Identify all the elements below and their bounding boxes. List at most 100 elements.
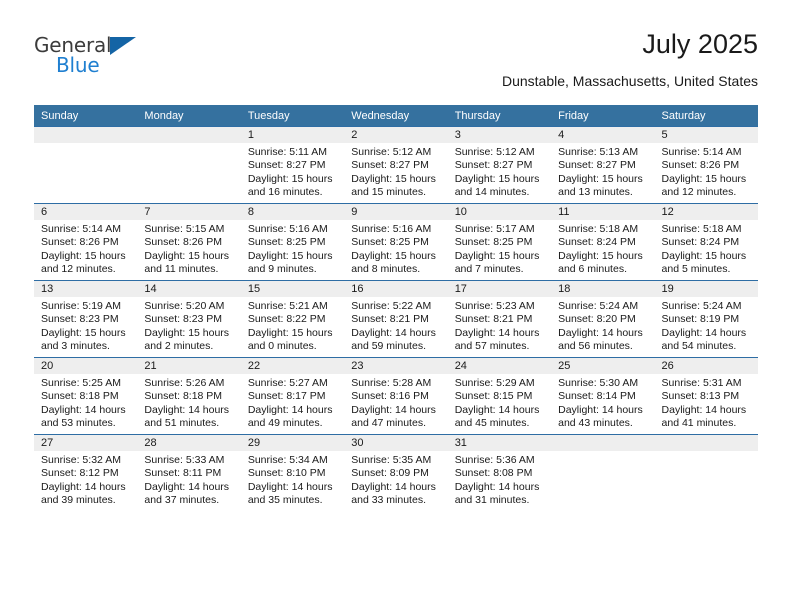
daylight-duration-line1: Daylight: 15 hours xyxy=(661,249,747,262)
calendar-day-cell[interactable]: 12 Sunrise: 5:18 AM Sunset: 8:24 PM Dayligh… xyxy=(654,203,758,281)
sunrise-time: Sunrise: 5:23 AM xyxy=(454,300,535,312)
daylight-duration-line2: and 41 minutes. xyxy=(661,416,737,429)
calendar-day-cell[interactable]: 22 Sunrise: 5:27 AM Sunset: 8:17 PM Dayligh… xyxy=(240,357,345,435)
calendar-day-cell[interactable]: 24 Sunrise: 5:29 AM Sunset: 8:15 PM Dayligh… xyxy=(447,357,552,435)
calendar-day-cell[interactable]: 7 Sunrise: 5:15 AM Sunset: 8:26 PM Daylight… xyxy=(137,203,241,281)
calendar-day-cell[interactable]: 2 Sunrise: 5:12 AM Sunset: 8:27 PM Daylight… xyxy=(344,126,448,204)
calendar-day-cell[interactable]: 10 Sunrise: 5:17 AM Sunset: 8:25 PM Dayligh… xyxy=(447,203,552,281)
calendar-day-cell[interactable]: 16 Sunrise: 5:22 AM Sunset: 8:21 PM Dayligh… xyxy=(344,280,448,358)
calendar-day-cell[interactable]: 26 Sunrise: 5:31 AM Sunset: 8:13 PM Dayligh… xyxy=(654,357,758,435)
daylight-duration-line1: Daylight: 14 hours xyxy=(661,326,747,339)
calendar-day-cell[interactable]: 8 Sunrise: 5:16 AM Sunset: 8:25 PM Daylight… xyxy=(240,203,345,281)
day-cell-inner: 15 Sunrise: 5:21 AM Sunset: 8:22 PM Dayligh… xyxy=(240,281,345,357)
daylight-duration-line2: and 3 minutes. xyxy=(41,339,110,352)
calendar-day-cell[interactable]: 13 Sunrise: 5:19 AM Sunset: 8:23 PM Dayligh… xyxy=(34,280,138,358)
day-number: 12 xyxy=(654,204,758,220)
day-details: Sunrise: 5:16 AM Sunset: 8:25 PM Daylight:… xyxy=(344,220,447,276)
calendar-day-cell[interactable]: 6 Sunrise: 5:14 AM Sunset: 8:26 PM Daylight… xyxy=(34,203,138,281)
calendar-day-cell[interactable]: 3 Sunrise: 5:12 AM Sunset: 8:27 PM Daylight… xyxy=(447,126,552,204)
calendar-day-cell[interactable]: 25 Sunrise: 5:30 AM Sunset: 8:14 PM Dayligh… xyxy=(551,357,655,435)
day-cell-inner: 26 Sunrise: 5:31 AM Sunset: 8:13 PM Dayligh… xyxy=(654,358,758,434)
sunset-time: Sunset: 8:27 PM xyxy=(351,159,429,172)
location-subtitle: Dunstable, Massachusetts, United States xyxy=(501,73,758,89)
daylight-duration-line1: Daylight: 15 hours xyxy=(661,172,747,185)
calendar-day-cell[interactable]: 4 Sunrise: 5:13 AM Sunset: 8:27 PM Daylight… xyxy=(551,126,655,204)
calendar-day-cell[interactable]: 1 Sunrise: 5:11 AM Sunset: 8:27 PM Daylight… xyxy=(240,126,345,204)
day-cell-inner: 11 Sunrise: 5:18 AM Sunset: 8:24 PM Dayligh… xyxy=(551,204,655,280)
daylight-duration-line2: and 35 minutes. xyxy=(247,493,323,506)
daylight-duration-line1: Daylight: 14 hours xyxy=(351,480,436,493)
day-cell-inner: 6 Sunrise: 5:14 AM Sunset: 8:26 PM Daylight… xyxy=(34,204,138,280)
daylight-duration-line2: and 14 minutes. xyxy=(454,185,530,198)
daylight-duration-line2: and 12 minutes. xyxy=(41,262,116,275)
sunrise-time: Sunrise: 5:15 AM xyxy=(144,223,225,235)
day-cell-inner: 2 Sunrise: 5:12 AM Sunset: 8:27 PM Daylight… xyxy=(344,127,448,203)
calendar-day-cell[interactable]: 19 Sunrise: 5:24 AM Sunset: 8:19 PM Dayligh… xyxy=(654,280,758,358)
day-number: 9 xyxy=(344,204,448,220)
calendar-day-cell[interactable]: 21 Sunrise: 5:26 AM Sunset: 8:18 PM Dayligh… xyxy=(137,357,241,435)
day-cell-inner: 20 Sunrise: 5:25 AM Sunset: 8:18 PM Dayligh… xyxy=(34,358,138,434)
sunset-time: Sunset: 8:21 PM xyxy=(454,313,533,326)
day-cell-inner: 28 Sunrise: 5:33 AM Sunset: 8:11 PM Dayligh… xyxy=(137,435,241,511)
day-cell-inner: 8 Sunrise: 5:16 AM Sunset: 8:25 PM Daylight… xyxy=(240,204,345,280)
calendar-day-cell[interactable]: 31 Sunrise: 5:36 AM Sunset: 8:08 PM Dayligh… xyxy=(447,434,552,511)
day-number: 4 xyxy=(551,127,655,143)
weekday-header-tuesday: Tuesday xyxy=(240,105,345,127)
calendar-day-cell[interactable]: 28 Sunrise: 5:33 AM Sunset: 8:11 PM Dayligh… xyxy=(137,434,241,511)
calendar-day-cell[interactable]: 27 Sunrise: 5:32 AM Sunset: 8:12 PM Dayligh… xyxy=(34,434,138,511)
sunrise-time: Sunrise: 5:27 AM xyxy=(247,377,328,389)
day-cell-inner: 17 Sunrise: 5:23 AM Sunset: 8:21 PM Dayligh… xyxy=(447,281,552,357)
calendar-day-cell[interactable]: 17 Sunrise: 5:23 AM Sunset: 8:21 PM Dayligh… xyxy=(447,280,552,358)
day-cell-inner: 5 Sunrise: 5:14 AM Sunset: 8:26 PM Daylight… xyxy=(654,127,758,203)
sunrise-time: Sunrise: 5:11 AM xyxy=(247,146,328,158)
daylight-duration-line1: Daylight: 14 hours xyxy=(144,403,230,416)
calendar-day-cell[interactable]: 30 Sunrise: 5:35 AM Sunset: 8:09 PM Dayligh… xyxy=(344,434,448,511)
day-number: 8 xyxy=(240,204,345,220)
calendar-day-cell[interactable]: 9 Sunrise: 5:16 AM Sunset: 8:25 PM Daylight… xyxy=(344,203,448,281)
daylight-duration-line2: and 56 minutes. xyxy=(558,339,633,352)
daylight-duration-line2: and 45 minutes. xyxy=(454,416,530,429)
day-details: Sunrise: 5:27 AM Sunset: 8:17 PM Daylight:… xyxy=(241,374,344,430)
day-details: Sunrise: 5:31 AM Sunset: 8:13 PM Daylight:… xyxy=(655,374,758,430)
day-details: Sunrise: 5:11 AM Sunset: 8:27 PM Daylight:… xyxy=(241,143,344,199)
daylight-duration-line1: Daylight: 15 hours xyxy=(247,326,333,339)
calendar-week-row: 13 Sunrise: 5:19 AM Sunset: 8:23 PM Dayligh… xyxy=(34,280,758,358)
day-number: 30 xyxy=(344,435,448,451)
calendar-day-cell[interactable]: 18 Sunrise: 5:24 AM Sunset: 8:20 PM Dayligh… xyxy=(551,280,655,358)
calendar-day-cell[interactable]: 14 Sunrise: 5:20 AM Sunset: 8:23 PM Dayligh… xyxy=(137,280,241,358)
daylight-duration-line2: and 49 minutes. xyxy=(247,416,323,429)
day-details: Sunrise: 5:13 AM Sunset: 8:27 PM Daylight:… xyxy=(551,143,654,199)
calendar-day-cell[interactable]: 29 Sunrise: 5:34 AM Sunset: 8:10 PM Dayligh… xyxy=(240,434,345,511)
calendar-day-cell[interactable]: 11 Sunrise: 5:18 AM Sunset: 8:24 PM Dayligh… xyxy=(551,203,655,281)
day-number xyxy=(137,127,241,143)
day-details: Sunrise: 5:32 AM Sunset: 8:12 PM Daylight:… xyxy=(34,451,137,507)
sunrise-time: Sunrise: 5:25 AM xyxy=(41,377,121,389)
sunrise-time: Sunrise: 5:12 AM xyxy=(454,146,535,158)
day-details: Sunrise: 5:18 AM Sunset: 8:24 PM Daylight:… xyxy=(655,220,758,276)
daylight-duration-line1: Daylight: 15 hours xyxy=(144,249,230,262)
general-blue-logo[interactable]: General Blue xyxy=(34,34,154,84)
sunrise-time: Sunrise: 5:14 AM xyxy=(661,146,742,158)
day-cell-inner: 12 Sunrise: 5:18 AM Sunset: 8:24 PM Dayligh… xyxy=(654,204,758,280)
sunset-time: Sunset: 8:08 PM xyxy=(454,467,533,480)
daylight-duration-line2: and 9 minutes. xyxy=(247,262,317,275)
sunset-time: Sunset: 8:09 PM xyxy=(351,467,429,480)
sunset-time: Sunset: 8:14 PM xyxy=(558,390,636,403)
calendar-day-cell[interactable]: 20 Sunrise: 5:25 AM Sunset: 8:18 PM Dayligh… xyxy=(34,357,138,435)
calendar-day-cell[interactable]: 23 Sunrise: 5:28 AM Sunset: 8:16 PM Dayligh… xyxy=(344,357,448,435)
day-details: Sunrise: 5:14 AM Sunset: 8:26 PM Daylight:… xyxy=(34,220,137,276)
day-cell-inner: 10 Sunrise: 5:17 AM Sunset: 8:25 PM Dayligh… xyxy=(447,204,552,280)
day-cell-inner xyxy=(551,435,655,511)
day-cell-inner: 9 Sunrise: 5:16 AM Sunset: 8:25 PM Daylight… xyxy=(344,204,448,280)
daylight-duration-line2: and 5 minutes. xyxy=(661,262,731,275)
sunset-time: Sunset: 8:15 PM xyxy=(454,390,533,403)
weekday-header-friday: Friday xyxy=(551,105,655,127)
calendar-body: 1 Sunrise: 5:11 AM Sunset: 8:27 PM Daylight… xyxy=(34,126,758,511)
daylight-duration-line1: Daylight: 14 hours xyxy=(351,326,436,339)
day-details: Sunrise: 5:36 AM Sunset: 8:08 PM Daylight:… xyxy=(448,451,551,507)
sunset-time: Sunset: 8:24 PM xyxy=(661,236,740,249)
calendar-day-cell[interactable]: 5 Sunrise: 5:14 AM Sunset: 8:26 PM Daylight… xyxy=(654,126,758,204)
weekday-header-row: Sunday Monday Tuesday Wednesday Thursday… xyxy=(34,105,758,127)
sunrise-time: Sunrise: 5:16 AM xyxy=(351,223,432,235)
calendar-day-cell[interactable]: 15 Sunrise: 5:21 AM Sunset: 8:22 PM Dayligh… xyxy=(240,280,345,358)
